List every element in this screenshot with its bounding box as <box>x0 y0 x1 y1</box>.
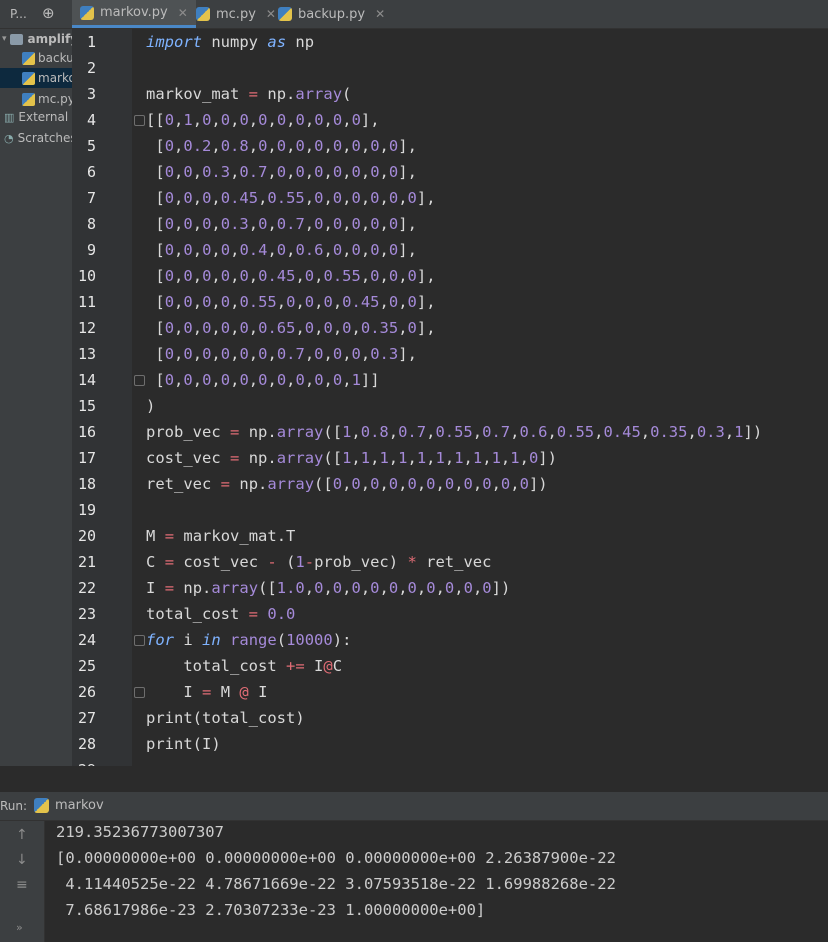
code-line[interactable]: [0,0,0,0.3,0,0.7,0,0,0,0,0], <box>146 211 417 237</box>
folder-icon <box>9 33 23 45</box>
tree-folder-amplify[interactable]: ▾ amplify <box>0 29 72 49</box>
code-line[interactable]: prob_vec = np.array([1,0.8,0.7,0.55,0.7,… <box>146 419 762 445</box>
code-line[interactable]: I = np.array([1.0,0,0,0,0,0,0,0,0,0,0]) <box>146 575 510 601</box>
library-icon: ▥ <box>4 110 15 124</box>
code-line[interactable]: [[0,1,0,0,0,0,0,0,0,0,0], <box>146 107 380 133</box>
console-line: 7.68617986e-23 2.70307233e-23 1.00000000… <box>56 901 486 919</box>
line-number: 7 <box>86 189 96 207</box>
arrow-up-icon[interactable]: ↑ <box>16 827 28 843</box>
project-panel-header: P... ⊕ <box>0 0 72 28</box>
line-number: 10 <box>77 267 96 285</box>
fold-marker-icon[interactable] <box>134 687 145 698</box>
tab-backup-py[interactable]: backup.py ✕ <box>270 0 393 28</box>
python-file-icon <box>196 7 210 21</box>
line-number: 13 <box>77 345 96 363</box>
tree-external-libraries[interactable]: ▥ External Libraries <box>0 107 72 127</box>
line-number: 24 <box>77 631 96 649</box>
code-line[interactable]: print(I) <box>146 731 221 757</box>
python-file-icon <box>22 51 35 65</box>
code-line[interactable]: [0,0,0,0,0,0.45,0,0.55,0,0,0], <box>146 263 435 289</box>
tree-file-backup[interactable]: backup.py <box>0 48 72 68</box>
line-number: 11 <box>77 293 96 311</box>
target-icon[interactable]: ⊕ <box>42 4 55 22</box>
close-icon[interactable]: ✕ <box>178 6 188 20</box>
code-line[interactable]: [0,0,0,0,0,0.65,0,0,0,0.35,0], <box>146 315 435 341</box>
tab-label: mc.py <box>216 6 256 22</box>
line-number: 19 <box>77 501 96 519</box>
line-number: 3 <box>86 85 96 103</box>
code-line[interactable]: ret_vec = np.array([0,0,0,0,0,0,0,0,0,0,… <box>146 471 548 497</box>
run-toolbar: ↑ ↓ ≡ » <box>0 821 45 942</box>
project-tree: ▾ amplify backup.py markov.py mc.py ▥ Ex… <box>0 29 73 792</box>
code-line[interactable]: for i in range(10000): <box>146 627 351 653</box>
console-line: [0.00000000e+00 0.00000000e+00 0.0000000… <box>56 849 616 867</box>
tab-markov-py[interactable]: markov.py ✕ <box>72 0 196 28</box>
line-number: 18 <box>77 475 96 493</box>
line-number: 16 <box>77 423 96 441</box>
line-number: 25 <box>77 657 96 675</box>
code-line[interactable]: [0,0,0,0,0,0,0,0,0,0,1]] <box>146 367 379 393</box>
console-line: 219.35236773007307 <box>56 823 224 841</box>
arrow-down-icon[interactable]: ↓ <box>16 852 28 868</box>
close-icon[interactable]: ✕ <box>375 7 385 21</box>
console-line: 4.11440525e-22 4.78671669e-22 3.07593518… <box>56 875 616 893</box>
line-number: 20 <box>77 527 96 545</box>
line-number: 6 <box>86 163 96 181</box>
scratches-icon: ◔ <box>4 131 14 145</box>
line-number: 4 <box>86 111 96 129</box>
code-line[interactable]: markov_mat = np.array( <box>146 81 351 107</box>
tree-file-mc[interactable]: mc.py <box>0 89 72 109</box>
line-number: 28 <box>77 735 96 753</box>
line-number: 2 <box>86 59 96 77</box>
python-file-icon <box>80 5 94 20</box>
tree-scratches[interactable]: ◔ Scratches and Consoles <box>0 128 72 148</box>
code-line[interactable]: [0,0,0.3,0.7,0,0,0,0,0,0,0], <box>146 159 417 185</box>
chevron-down-icon[interactable]: ▾ <box>2 34 7 44</box>
python-run-icon <box>34 798 49 813</box>
code-line[interactable]: M = markov_mat.T <box>146 523 295 549</box>
line-number: 5 <box>86 137 96 155</box>
soft-wrap-icon[interactable]: ≡ <box>16 877 28 893</box>
project-view-selector[interactable]: P... <box>10 7 27 21</box>
line-number: 27 <box>77 709 96 727</box>
python-file-icon <box>278 7 292 21</box>
line-number: 8 <box>86 215 96 233</box>
line-number: 9 <box>86 241 96 259</box>
tree-file-markov[interactable]: markov.py <box>0 68 72 88</box>
python-file-icon <box>22 71 35 85</box>
tab-label: markov.py <box>100 5 168 20</box>
code-line[interactable]: total_cost = 0.0 <box>146 601 295 627</box>
more-icon[interactable]: » <box>16 921 23 934</box>
code-line[interactable]: total_cost += I@C <box>146 653 342 679</box>
code-line[interactable]: import numpy as np <box>146 29 314 55</box>
line-number: 15 <box>77 397 96 415</box>
run-label: Run: <box>0 799 28 813</box>
line-number: 21 <box>77 553 96 571</box>
code-line[interactable]: [0,0,0,0,0.55,0,0,0,0.45,0,0], <box>146 289 435 315</box>
run-panel-header: Run: markov <box>0 792 828 821</box>
fold-marker-icon[interactable] <box>134 635 145 646</box>
line-number: 12 <box>77 319 96 337</box>
line-number: 26 <box>77 683 96 701</box>
code-line[interactable]: [0,0,0,0.45,0.55,0,0,0,0,0,0], <box>146 185 435 211</box>
tab-label: backup.py <box>298 6 366 22</box>
line-number: 23 <box>77 605 96 623</box>
python-file-icon <box>22 92 35 106</box>
line-number: 14 <box>77 371 96 389</box>
code-line[interactable]: I = M @ I <box>146 679 267 705</box>
code-line[interactable]: [0,0,0,0,0.4,0,0.6,0,0,0,0], <box>146 237 417 263</box>
code-line[interactable]: [0,0.2,0.8,0,0,0,0,0,0,0,0], <box>146 133 417 159</box>
line-number: 1 <box>86 33 96 51</box>
code-line[interactable]: ) <box>146 393 155 419</box>
panel-splitter[interactable] <box>0 766 828 793</box>
code-line[interactable]: cost_vec = np.array([1,1,1,1,1,1,1,1,1,1… <box>146 445 557 471</box>
code-line[interactable]: [0,0,0,0,0,0,0.7,0,0,0,0.3], <box>146 341 417 367</box>
fold-marker-icon[interactable] <box>134 115 145 126</box>
code-line[interactable]: print(total_cost) <box>146 705 305 731</box>
fold-marker-icon[interactable] <box>134 375 145 386</box>
code-line[interactable]: C = cost_vec - (1-prob_vec) * ret_vec <box>146 549 491 575</box>
line-number: 22 <box>77 579 96 597</box>
line-number: 17 <box>77 449 96 467</box>
run-tab-markov[interactable]: markov <box>55 798 104 813</box>
